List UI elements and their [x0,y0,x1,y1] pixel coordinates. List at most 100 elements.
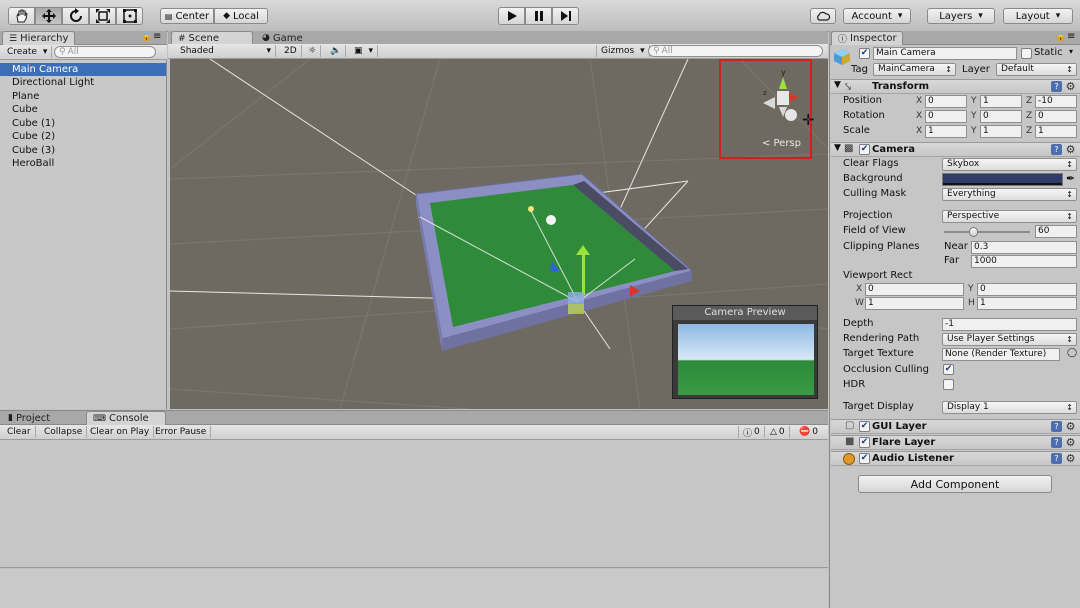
play-button[interactable] [498,7,525,25]
rotate-tool-button[interactable] [62,7,89,25]
fov-field[interactable]: 60 [1035,225,1077,238]
target-texture-field[interactable]: None (Render Texture) [942,348,1060,361]
viewport-h-field[interactable]: 1 [977,297,1077,310]
hierarchy-search-input[interactable]: ⚲ All [54,46,156,58]
viewport-y-field[interactable]: 0 [977,283,1077,296]
rect-tool-button[interactable] [116,7,143,25]
console-warning-count[interactable]: △ 0 [766,426,790,438]
audio-listener-header[interactable]: ✔ Audio Listener ? ⚙ [831,451,1080,466]
target-display-dropdown[interactable]: Display 1 [942,401,1077,414]
scale-tool-button[interactable] [89,7,116,25]
console-error-pause-button[interactable]: Error Pause [151,426,212,438]
clear-flags-dropdown[interactable]: Skybox [942,158,1077,171]
add-component-button[interactable]: Add Component [858,475,1052,493]
fov-slider-track[interactable] [944,231,1030,233]
gui-layer-header[interactable]: ▢ ✔ GUI Layer ? ⚙ [831,419,1080,434]
console-clear-on-play-button[interactable]: Clear on Play [86,426,155,438]
rotation-z-field[interactable]: 0 [1035,110,1077,123]
static-dropdown-icon[interactable]: ▾ [1069,47,1073,56]
far-field[interactable]: 1000 [971,255,1077,268]
gameobject-active-checkbox[interactable]: ✔ [859,48,870,59]
gear-icon[interactable]: ⚙ [1065,144,1076,155]
space-local-button[interactable]: ◆ Local [214,8,268,24]
help-book-icon[interactable]: ? [1051,144,1062,155]
gizmos-dropdown[interactable]: Gizmos [596,45,650,57]
gear-icon[interactable]: ⚙ [1065,453,1076,464]
hierarchy-item-cube[interactable]: Cube [12,103,38,116]
help-book-icon[interactable]: ? [1051,421,1062,432]
hierarchy-item-directional-light[interactable]: Directional Light [12,76,94,89]
camera-header[interactable]: ▼ ▩ ✔ Camera ? ⚙ [831,142,1080,157]
position-y-field[interactable]: 1 [980,95,1022,108]
help-book-icon[interactable]: ? [1051,81,1062,92]
console-error-count[interactable]: ⛔ 0 [795,426,822,438]
gui-layer-enabled-checkbox[interactable]: ✔ [859,421,870,432]
create-dropdown[interactable]: Create [3,46,53,58]
rotation-x-field[interactable]: 0 [925,110,967,123]
hierarchy-item-plane[interactable]: Plane [12,90,39,103]
projection-dropdown[interactable]: Perspective [942,210,1077,223]
panel-menu-icon[interactable]: ≡ [153,31,161,42]
camera-enabled-checkbox[interactable]: ✔ [859,144,870,155]
collab-cloud-button[interactable] [810,8,836,24]
object-picker-icon[interactable]: ◯ [1067,348,1077,358]
hierarchy-item-cube-1[interactable]: Cube (1) [12,117,55,130]
shading-mode-dropdown[interactable]: Shaded [176,45,276,57]
step-button[interactable] [552,7,579,25]
hierarchy-item-main-camera[interactable]: Main Camera [12,63,78,76]
effects-dropdown[interactable]: ▣ [350,45,379,57]
scale-z-field[interactable]: 1 [1035,125,1077,138]
background-color-field[interactable] [942,173,1063,186]
layout-dropdown[interactable]: Layout [1003,8,1073,24]
help-book-icon[interactable]: ? [1051,453,1062,464]
rotation-y-field[interactable]: 0 [980,110,1022,123]
audio-listener-enabled-checkbox[interactable]: ✔ [859,453,870,464]
hierarchy-item-heroball[interactable]: HeroBall [12,157,54,170]
hand-tool-button[interactable] [8,7,35,25]
console-collapse-button[interactable]: Collapse [40,426,88,438]
gear-icon[interactable]: ⚙ [1065,421,1076,432]
position-z-field[interactable]: -10 [1035,95,1077,108]
lock-icon[interactable]: 🔒 [1055,32,1066,42]
hierarchy-item-cube-3[interactable]: Cube (3) [12,144,55,157]
gameobject-name-field[interactable]: Main Camera [873,47,1017,60]
console-detail-area[interactable] [0,569,828,608]
eyedropper-icon[interactable]: ✒ [1066,172,1075,185]
tab-console[interactable]: ⌨ Console [86,411,166,425]
foldout-arrow-icon[interactable]: ▼ [834,80,841,90]
scale-y-field[interactable]: 1 [980,125,1022,138]
scale-x-field[interactable]: 1 [925,125,967,138]
gear-icon[interactable]: ⚙ [1065,437,1076,448]
fov-slider-thumb[interactable] [968,227,978,237]
console-info-count[interactable]: ⓘ 0 [738,426,765,439]
tab-hierarchy[interactable]: ☰ Hierarchy [2,31,76,45]
depth-field[interactable]: -1 [942,318,1077,331]
flare-layer-enabled-checkbox[interactable]: ✔ [859,437,870,448]
near-field[interactable]: 0.3 [971,241,1077,254]
scene-viewport[interactable]: y z < Persp ✛ Camera Preview [170,59,828,409]
culling-mask-dropdown[interactable]: Everything [942,188,1077,201]
hierarchy-item-cube-2[interactable]: Cube (2) [12,130,55,143]
mode-2d-toggle[interactable]: 2D [280,45,302,57]
viewport-w-field[interactable]: 1 [865,297,964,310]
tab-game[interactable]: ◕ Game [256,31,309,45]
pause-button[interactable] [525,7,552,25]
tab-scene[interactable]: # Scene [171,31,253,45]
scene-orientation-gizmo[interactable]: y z < Persp [719,59,812,159]
occlusion-culling-checkbox[interactable]: ✔ [943,364,954,375]
account-dropdown[interactable]: Account [843,8,911,24]
position-x-field[interactable]: 0 [925,95,967,108]
foldout-arrow-icon[interactable]: ▼ [834,143,841,153]
audio-toggle[interactable]: 🔈 [326,45,347,57]
flare-layer-header[interactable]: ■ ✔ Flare Layer ? ⚙ [831,435,1080,450]
layer-dropdown[interactable]: Default [996,63,1077,76]
viewport-x-field[interactable]: 0 [865,283,964,296]
layers-dropdown[interactable]: Layers [927,8,995,24]
panel-menu-icon[interactable]: ≡ [1067,31,1075,42]
help-book-icon[interactable]: ? [1051,437,1062,448]
console-log-area[interactable] [0,440,828,568]
rendering-path-dropdown[interactable]: Use Player Settings [942,333,1077,346]
transform-header[interactable]: ▼ ⤥ Transform ? ⚙ [831,79,1080,94]
hdr-checkbox[interactable] [943,379,954,390]
tab-inspector[interactable]: ⓘ Inspector [831,31,903,45]
